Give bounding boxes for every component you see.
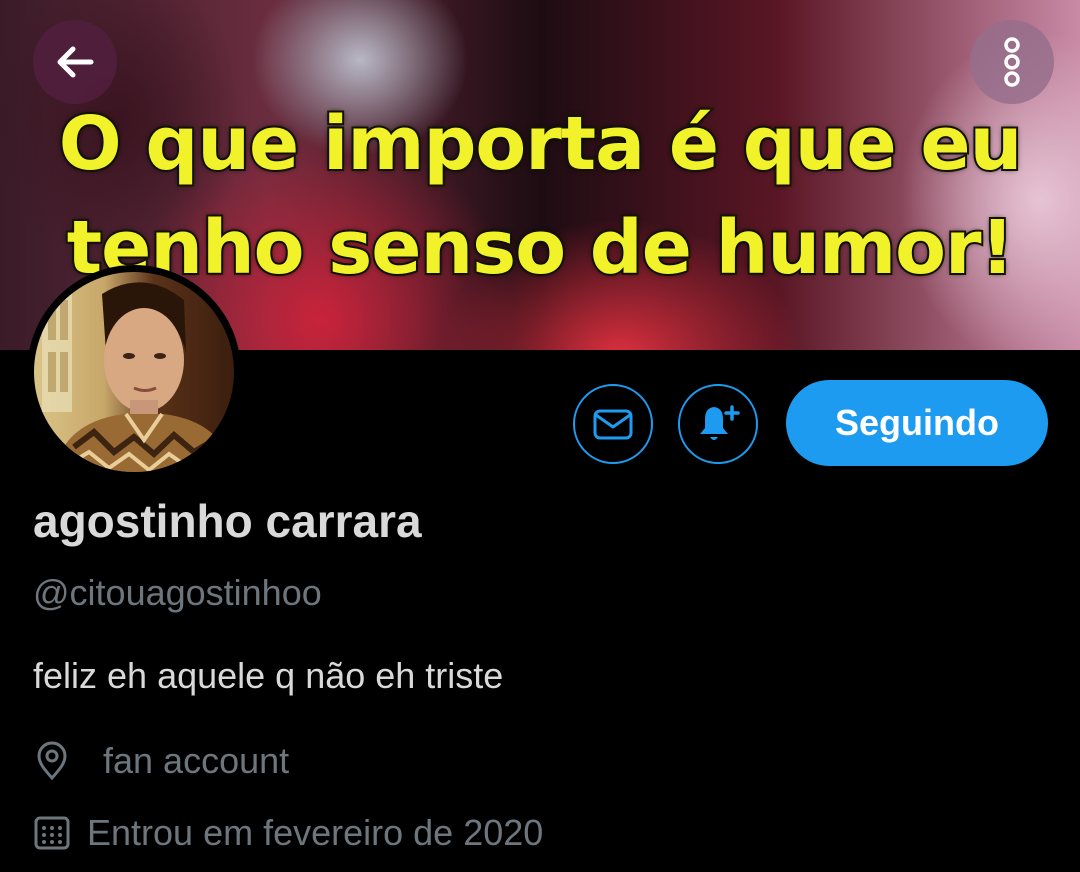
joined-date-text: Entrou em fevereiro de 2020 xyxy=(87,812,544,853)
message-button[interactable] xyxy=(573,384,653,464)
location-row: fan account xyxy=(33,740,289,782)
display-name: agostinho carrara xyxy=(33,495,422,547)
avatar[interactable] xyxy=(27,265,241,479)
envelope-icon xyxy=(593,409,633,440)
avatar-image xyxy=(34,272,234,472)
calendar-icon xyxy=(34,816,70,850)
profile-bio: feliz eh aquele q não eh triste xyxy=(33,655,504,696)
location-pin-icon xyxy=(37,741,67,781)
more-vertical-icon xyxy=(1004,37,1020,87)
following-button[interactable]: Seguindo xyxy=(786,380,1048,466)
back-button[interactable] xyxy=(33,20,117,104)
joined-row: Entrou em fevereiro de 2020 xyxy=(33,812,543,854)
location-text: fan account xyxy=(103,740,290,781)
username-handle: @citouagostinhoo xyxy=(33,572,322,613)
more-options-button[interactable] xyxy=(970,20,1054,104)
arrow-left-icon xyxy=(57,46,94,78)
banner-caption-line: O que importa é que eu xyxy=(57,99,1025,189)
bell-plus-icon xyxy=(700,405,740,440)
notify-button[interactable] xyxy=(678,384,758,464)
